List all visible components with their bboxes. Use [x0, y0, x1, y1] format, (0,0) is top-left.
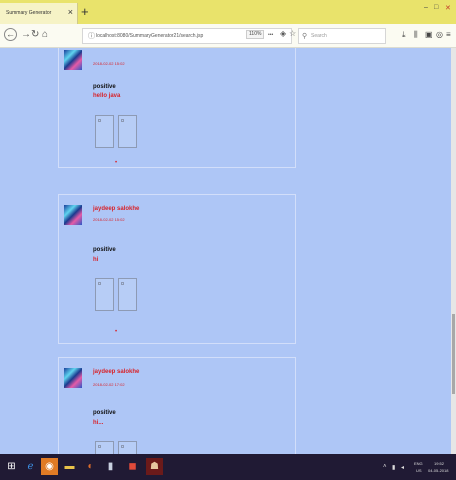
- firefox-icon[interactable]: ◉: [41, 458, 58, 475]
- separator-dot: •: [115, 160, 118, 166]
- info-icon[interactable]: ⓘ: [88, 31, 95, 41]
- minimize-button[interactable]: –: [424, 4, 428, 11]
- reload-icon[interactable]: ↻: [31, 29, 39, 40]
- post-comment: hi...: [93, 420, 104, 426]
- language-indicator[interactable]: ENG: [414, 461, 423, 466]
- separator-dot: •: [115, 329, 118, 335]
- post-date: 2018-02-02 17:02: [93, 382, 125, 387]
- menu-icon[interactable]: ≡: [446, 30, 451, 39]
- user-avatar: [64, 368, 82, 388]
- clock-date: 04-05-2018: [428, 468, 449, 473]
- clock-time[interactable]: 19:52: [434, 461, 444, 466]
- volume-icon[interactable]: ◂: [401, 464, 404, 471]
- url-text: localhost:8080/SummaryGenerator21/search…: [96, 33, 204, 39]
- image-thumbnail[interactable]: [95, 441, 114, 454]
- scrollbar-thumb[interactable]: [452, 314, 455, 394]
- post-date: 2018-02-02 15:02: [93, 217, 125, 222]
- library-icon[interactable]: ⫼: [414, 30, 418, 40]
- post-comment: hi: [93, 257, 99, 263]
- network-icon[interactable]: ▮: [392, 464, 395, 471]
- close-window-button[interactable]: ✕: [445, 4, 451, 12]
- post-comment: hello java: [93, 93, 121, 99]
- image-thumbnail[interactable]: [95, 278, 114, 311]
- post-sentiment: positive: [93, 84, 116, 90]
- maximize-button[interactable]: □: [434, 4, 438, 11]
- forward-arrow-icon[interactable]: →: [21, 29, 31, 40]
- app-icon[interactable]: ◐: [82, 458, 99, 475]
- region-indicator: US: [416, 468, 422, 473]
- post-sentiment: positive: [93, 410, 116, 416]
- bookmark-star-icon[interactable]: ☆: [289, 29, 296, 38]
- post-username: jaydeep salokhe: [93, 369, 140, 375]
- navigation-bar: ← → ↻ ⌂ ⓘ localhost:8080/SummaryGenerato…: [0, 24, 456, 48]
- new-tab-button[interactable]: +: [81, 3, 89, 21]
- post-sentiment: positive: [93, 247, 116, 253]
- app-icon[interactable]: ☗: [146, 458, 163, 475]
- search-icon: ⚲: [302, 33, 308, 40]
- back-arrow-icon[interactable]: ←: [4, 28, 17, 41]
- tab-close-icon[interactable]: ×: [68, 7, 73, 17]
- home-icon[interactable]: ⌂: [42, 29, 48, 40]
- download-icon[interactable]: ⤓: [402, 30, 406, 40]
- post-card: jaydeep salokhe 2018-02-02 15:02 positiv…: [58, 194, 296, 344]
- post-date: 2018-02-02 15:02: [93, 61, 125, 66]
- image-thumbnail[interactable]: [118, 115, 137, 148]
- image-thumbnail[interactable]: [95, 115, 114, 148]
- page-content: 2018-02-02 15:02 positive hello java • j…: [0, 48, 456, 454]
- image-thumbnail[interactable]: [118, 278, 137, 311]
- image-thumbnail[interactable]: [118, 441, 137, 454]
- zoom-level[interactable]: 110%: [246, 30, 265, 39]
- user-avatar: [64, 50, 82, 70]
- vertical-scrollbar[interactable]: [451, 48, 456, 454]
- tab-bar: Summary Generator × + – □ ✕: [0, 0, 456, 24]
- search-input[interactable]: Search: [311, 33, 327, 39]
- sidebar-icon[interactable]: ▣: [425, 30, 433, 39]
- tab-title: Summary Generator: [6, 10, 52, 16]
- page-actions-icon[interactable]: •••: [268, 32, 273, 38]
- post-card: 2018-02-02 15:02 positive hello java •: [58, 48, 296, 168]
- app-icon[interactable]: ▮: [102, 458, 119, 475]
- browser-tab[interactable]: Summary Generator ×: [0, 3, 78, 24]
- windows-taskbar: ⊞ ℯ ◉ ▬ ◐ ▮ ◼ ☗ ˄ ▮ ◂ ENG US 19:52 04-05…: [0, 454, 456, 480]
- tray-chevron-icon[interactable]: ˄: [383, 464, 387, 470]
- internet-explorer-icon[interactable]: ℯ: [22, 458, 39, 475]
- post-card: jaydeep salokhe 2018-02-02 17:02 positiv…: [58, 357, 296, 454]
- account-icon[interactable]: ◎: [436, 30, 443, 39]
- search-bar[interactable]: ⚲ Search: [298, 28, 386, 44]
- post-username: jaydeep salokhe: [93, 206, 140, 212]
- windows-start-icon[interactable]: ⊞: [3, 458, 20, 475]
- pocket-icon[interactable]: ◈: [280, 29, 286, 38]
- app-icon[interactable]: ◼: [124, 458, 141, 475]
- user-avatar: [64, 205, 82, 225]
- file-explorer-icon[interactable]: ▬: [61, 458, 78, 475]
